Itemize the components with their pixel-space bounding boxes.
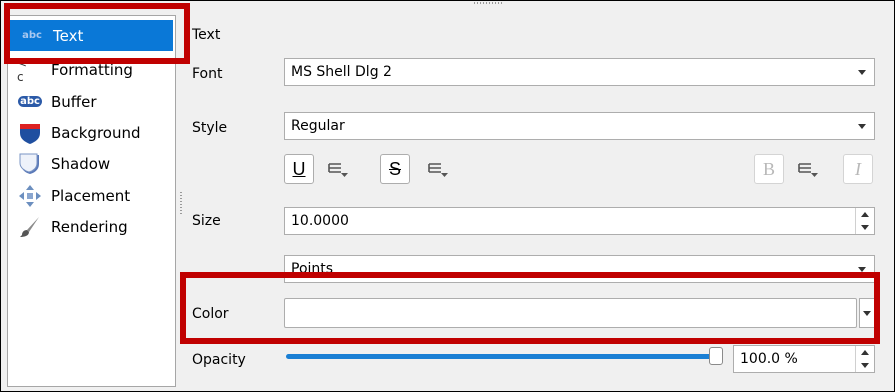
buffer-abc-icon: abc: [18, 96, 42, 107]
size-label: Size: [192, 213, 221, 229]
sidebar-item-shadow[interactable]: Shadow: [8, 148, 175, 179]
sidebar-item-label: Formatting: [51, 60, 133, 79]
background-shield-icon: [17, 120, 43, 146]
opacity-spinbox[interactable]: 100.0 %: [733, 345, 875, 373]
text-abc-icon: abc: [22, 30, 42, 41]
opacity-label: Opacity: [192, 352, 246, 368]
size-value: 10.0000: [291, 213, 349, 229]
sidebar-item-label: Background: [51, 123, 141, 142]
sidebar-item-label: Placement: [51, 186, 131, 205]
chevron-down-icon: [858, 70, 866, 75]
spin-down-icon[interactable]: [856, 359, 874, 372]
color-menu-button[interactable]: [859, 298, 875, 328]
color-label: Color: [192, 306, 229, 322]
font-value: MS Shell Dlg 2: [291, 64, 392, 80]
size-spinbox[interactable]: 10.0000: [284, 207, 875, 235]
style-label: Style: [192, 120, 228, 136]
placement-arrows-icon: [17, 183, 43, 209]
shadow-icon: [17, 151, 43, 177]
spin-buttons[interactable]: [855, 208, 874, 234]
spin-buttons[interactable]: [855, 346, 874, 372]
sidebar-item-rendering[interactable]: Rendering: [8, 211, 175, 242]
font-label: Font: [192, 66, 223, 82]
opacity-slider-handle[interactable]: [709, 347, 723, 365]
data-defined-override-icon[interactable]: [796, 158, 820, 180]
italic-button[interactable]: I: [843, 154, 873, 184]
sidebar-item-background[interactable]: Background: [8, 117, 175, 148]
settings-category-list: abc Text < c Formatting abc Buffer Backg…: [7, 15, 176, 387]
data-defined-override-icon[interactable]: [426, 158, 450, 180]
data-defined-override-icon[interactable]: [326, 158, 350, 180]
font-combobox[interactable]: MS Shell Dlg 2: [284, 58, 875, 86]
style-combobox[interactable]: Regular: [284, 112, 875, 140]
sidebar-item-formatting[interactable]: < c Formatting: [8, 54, 175, 85]
unit-value: Points: [291, 261, 334, 277]
sidebar-item-label: Rendering: [51, 217, 128, 236]
rendering-brush-icon: [17, 214, 43, 240]
chevron-down-icon: [858, 267, 866, 272]
formatting-icon: < c: [17, 55, 30, 84]
sidebar-item-label: Shadow: [51, 154, 111, 173]
strikeout-button[interactable]: S: [380, 154, 410, 184]
resize-grip[interactable]: [474, 2, 502, 4]
opacity-value: 100.0 %: [740, 351, 798, 367]
splitter-handle[interactable]: [180, 192, 182, 216]
chevron-down-icon: [863, 311, 871, 316]
sidebar-item-text[interactable]: abc Text: [10, 20, 173, 51]
opacity-slider-track[interactable]: [286, 354, 714, 359]
chevron-down-icon: [858, 124, 866, 129]
section-title: Text: [192, 27, 221, 43]
sidebar-item-buffer[interactable]: abc Buffer: [8, 86, 175, 117]
bold-button[interactable]: B: [754, 154, 784, 184]
spin-up-icon[interactable]: [856, 346, 874, 359]
size-unit-combobox[interactable]: Points: [284, 255, 875, 283]
sidebar-item-placement[interactable]: Placement: [8, 180, 175, 211]
spin-up-icon[interactable]: [856, 208, 874, 221]
underline-button[interactable]: U: [284, 154, 314, 184]
style-value: Regular: [291, 118, 345, 134]
spin-down-icon[interactable]: [856, 221, 874, 234]
color-button[interactable]: [284, 298, 857, 328]
sidebar-item-label: Text: [53, 26, 84, 45]
sidebar-item-label: Buffer: [51, 92, 97, 111]
